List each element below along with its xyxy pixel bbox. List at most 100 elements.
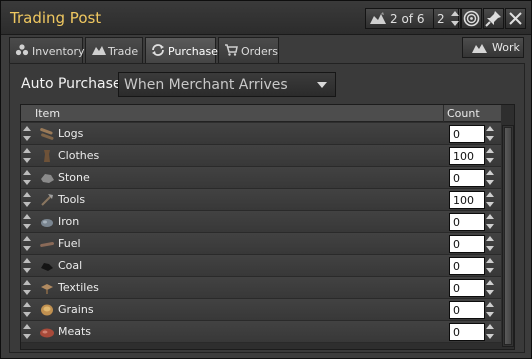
- count-stepper[interactable]: [485, 124, 495, 143]
- row-priority-stepper[interactable]: [22, 234, 32, 253]
- title-bar: Trading Post 2 of 6 2: [1, 1, 531, 35]
- tab-trade-label: Trade: [108, 45, 139, 58]
- row-priority-stepper[interactable]: [22, 146, 32, 165]
- scrollbar-thumb[interactable]: [504, 127, 512, 345]
- pin-button[interactable]: [483, 8, 504, 29]
- item-name: Logs: [58, 127, 84, 140]
- count-stepper[interactable]: [485, 168, 495, 187]
- table-row[interactable]: Meats 0: [21, 321, 501, 343]
- count-value: 0: [453, 172, 460, 185]
- close-icon: [509, 12, 522, 25]
- work-button-label: Work: [492, 41, 520, 54]
- table-row[interactable]: Tools 100: [21, 189, 501, 211]
- item-name: Textiles: [58, 281, 99, 294]
- chevron-down-icon: [317, 82, 327, 88]
- row-priority-stepper[interactable]: [22, 212, 32, 231]
- count-input[interactable]: 0: [449, 279, 485, 297]
- item-name: Tools: [58, 193, 86, 206]
- table-row[interactable]: Stone 0: [21, 167, 501, 189]
- row-priority-stepper[interactable]: [22, 300, 32, 319]
- count-value: 2: [437, 12, 445, 26]
- stone-icon: [41, 174, 54, 183]
- count-input[interactable]: 0: [449, 169, 485, 187]
- trading-post-window: Trading Post 2 of 6 2 Inventory Trade Pu…: [0, 0, 532, 359]
- column-divider: [443, 105, 444, 122]
- trade-icon: [92, 46, 106, 55]
- count-stepper[interactable]: [485, 322, 495, 341]
- table-scrollbar[interactable]: [502, 125, 514, 347]
- tools-icon: [41, 194, 53, 206]
- item-name: Iron: [58, 215, 80, 228]
- row-priority-stepper[interactable]: [22, 322, 32, 341]
- item-name: Clothes: [58, 149, 100, 162]
- row-priority-stepper[interactable]: [22, 124, 32, 143]
- tab-trade[interactable]: Trade: [85, 37, 143, 63]
- meats-icon: [40, 328, 54, 338]
- count-stepper[interactable]: [485, 300, 495, 319]
- count-value: 0: [453, 326, 460, 339]
- coal-icon: [41, 263, 53, 271]
- count-stepper[interactable]: [485, 212, 495, 231]
- count-stepper[interactable]: [485, 234, 495, 253]
- item-name: Grains: [58, 303, 94, 316]
- work-button[interactable]: Work: [462, 37, 524, 58]
- count-value: 0: [453, 238, 460, 251]
- table-header: Item Count: [21, 105, 501, 122]
- table-row[interactable]: Clothes 100: [21, 145, 501, 167]
- column-header-item[interactable]: Item: [35, 107, 60, 120]
- iron-icon: [41, 219, 53, 227]
- count-stepper[interactable]: [485, 190, 495, 209]
- inventory-icon: [15, 44, 29, 56]
- auto-purchase-dropdown[interactable]: When Merchant Arrives: [118, 72, 336, 97]
- item-name: Fuel: [58, 237, 81, 250]
- tab-orders[interactable]: Orders: [218, 37, 279, 63]
- table-row[interactable]: Fuel 0: [21, 233, 501, 255]
- table-row[interactable]: Grains 0: [21, 299, 501, 321]
- target-icon: [463, 10, 480, 27]
- table-row[interactable]: Iron 0: [21, 211, 501, 233]
- table-row[interactable]: Textiles 0: [21, 277, 501, 299]
- count-input[interactable]: 100: [449, 191, 485, 209]
- item-name: Stone: [58, 171, 90, 184]
- count-stepper[interactable]: [485, 256, 495, 275]
- count-input[interactable]: 0: [449, 257, 485, 275]
- table-row[interactable]: Coal 0: [21, 255, 501, 277]
- purchase-panel: Auto Purchase When Merchant Arrives Item…: [9, 63, 525, 353]
- logs-icon: [40, 128, 54, 140]
- count-input[interactable]: 0: [449, 235, 485, 253]
- count-input[interactable]: 0: [449, 125, 485, 143]
- tab-orders-label: Orders: [241, 45, 278, 58]
- tab-purchase-label: Purchase: [168, 45, 218, 58]
- textiles-icon: [41, 284, 53, 294]
- column-header-count[interactable]: Count: [447, 107, 480, 120]
- table-row[interactable]: Logs 0: [21, 123, 501, 145]
- cart-icon: [225, 44, 238, 56]
- row-priority-stepper[interactable]: [22, 256, 32, 275]
- count-input[interactable]: 0: [449, 213, 485, 231]
- tab-inventory-label: Inventory: [32, 45, 85, 58]
- window-title: Trading Post: [10, 9, 102, 27]
- count-input[interactable]: 100: [449, 147, 485, 165]
- worker-icon: [472, 44, 487, 53]
- count-stepper[interactable]: [485, 278, 495, 297]
- count-value: 0: [453, 282, 460, 295]
- target-button[interactable]: [461, 8, 482, 29]
- count-stepper[interactable]: [485, 146, 495, 165]
- count-input[interactable]: 0: [449, 301, 485, 319]
- row-priority-stepper[interactable]: [22, 278, 32, 297]
- tab-inventory[interactable]: Inventory: [9, 37, 85, 63]
- refresh-icon: [152, 44, 164, 56]
- close-button[interactable]: [505, 8, 526, 29]
- count-value: 0: [453, 128, 460, 141]
- row-priority-stepper[interactable]: [22, 190, 32, 209]
- tab-purchase[interactable]: Purchase: [145, 37, 218, 63]
- item-name: Meats: [58, 325, 92, 338]
- count-value: 0: [453, 260, 460, 273]
- fuel-icon: [40, 242, 55, 247]
- auto-purchase-selected: When Merchant Arrives: [124, 77, 288, 93]
- count-stepper[interactable]: [450, 9, 460, 28]
- pager-text: 2 of 6: [390, 12, 425, 26]
- count-input[interactable]: 0: [449, 323, 485, 341]
- row-priority-stepper[interactable]: [22, 168, 32, 187]
- count-value: 100: [453, 150, 474, 163]
